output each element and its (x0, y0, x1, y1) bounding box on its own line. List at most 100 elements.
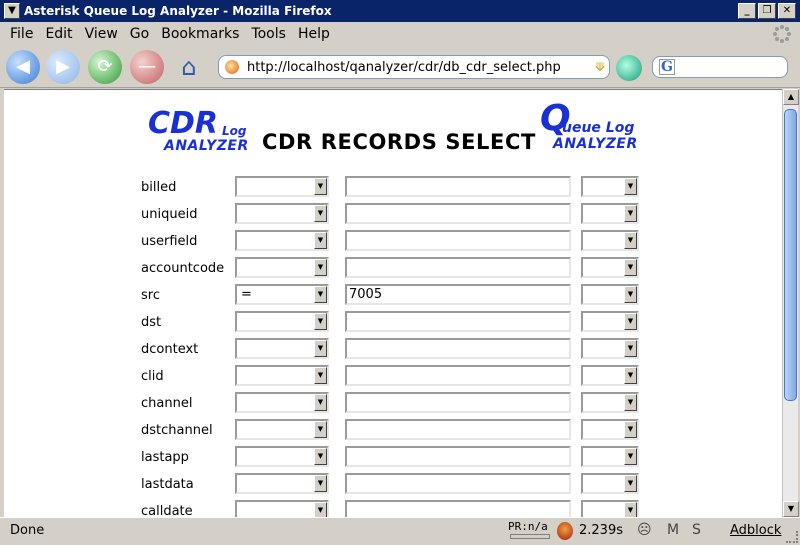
order-select[interactable]: ▼ (581, 230, 639, 251)
chevron-down-icon[interactable]: ▼ (314, 178, 327, 195)
reload-button[interactable]: ⟳ (88, 49, 122, 84)
value-input[interactable] (345, 338, 571, 359)
operator-select[interactable]: ▼ (235, 311, 329, 332)
menu-tools[interactable]: Tools (245, 26, 292, 42)
chevron-down-icon[interactable]: ▼ (314, 367, 327, 384)
dropdown-arrow-icon[interactable]: ⟱ (591, 60, 609, 74)
value-input[interactable] (345, 392, 571, 413)
chevron-down-icon[interactable]: ▼ (314, 394, 327, 411)
chevron-down-icon[interactable]: ▼ (624, 178, 637, 195)
chevron-down-icon[interactable]: ▼ (314, 259, 327, 276)
chevron-down-icon[interactable]: ▼ (624, 340, 637, 357)
go-button[interactable] (616, 55, 642, 81)
order-select[interactable]: ▼ (581, 284, 639, 305)
adblock-link[interactable]: Adblock (730, 523, 781, 538)
operator-select[interactable]: ▼ (235, 257, 329, 278)
mail-icon[interactable]: M (667, 522, 679, 538)
operator-select[interactable]: ▼ (235, 230, 329, 251)
operator-select[interactable]: ▼ (235, 473, 329, 494)
value-input[interactable] (345, 473, 571, 494)
operator-select[interactable]: ▼ (235, 176, 329, 197)
order-select[interactable]: ▼ (581, 365, 639, 386)
chevron-down-icon[interactable]: ▼ (624, 259, 637, 276)
value-input[interactable] (345, 365, 571, 386)
face-icon[interactable]: ☹ (637, 522, 652, 538)
chevron-down-icon[interactable]: ▼ (624, 286, 637, 303)
back-button[interactable]: ◀ (6, 49, 40, 84)
chevron-down-icon[interactable]: ▼ (314, 340, 327, 357)
operator-select[interactable]: ▼ (235, 203, 329, 224)
value-input[interactable] (345, 311, 571, 332)
value-input[interactable] (345, 500, 571, 517)
chevron-down-icon[interactable]: ▼ (624, 367, 637, 384)
search-bar[interactable]: G (652, 56, 788, 78)
resize-grip-icon[interactable] (786, 531, 798, 543)
operator-select[interactable]: = ▼ (235, 284, 329, 305)
minimize-button[interactable]: _ (738, 3, 756, 19)
scroll-down-button[interactable]: ▼ (783, 501, 799, 517)
chevron-down-icon[interactable]: ▼ (314, 205, 327, 222)
chevron-down-icon[interactable]: ▼ (314, 421, 327, 438)
forward-button[interactable]: ▶ (46, 49, 80, 84)
close-button[interactable]: ✕ (778, 3, 796, 19)
menu-edit[interactable]: Edit (39, 26, 78, 42)
order-select[interactable]: ▼ (581, 419, 639, 440)
url-text[interactable]: http://localhost/qanalyzer/cdr/db_cdr_se… (247, 60, 591, 75)
chevron-down-icon[interactable]: ▼ (314, 448, 327, 465)
order-select[interactable]: ▼ (581, 392, 639, 413)
chevron-down-icon[interactable]: ▼ (624, 394, 637, 411)
order-select[interactable]: ▼ (581, 473, 639, 494)
chevron-down-icon[interactable]: ▼ (624, 313, 637, 330)
window-title: Asterisk Queue Log Analyzer - Mozilla Fi… (24, 4, 332, 18)
menu-help[interactable]: Help (292, 26, 336, 42)
value-input[interactable] (345, 203, 571, 224)
value-input[interactable] (345, 176, 571, 197)
order-select[interactable]: ▼ (581, 176, 639, 197)
page-title: CDR RECORDS SELECT (262, 130, 536, 154)
chevron-down-icon[interactable]: ▼ (314, 286, 327, 303)
chevron-down-icon[interactable]: ▼ (624, 448, 637, 465)
value-input[interactable] (345, 257, 571, 278)
chevron-down-icon[interactable]: ▼ (314, 502, 327, 517)
chevron-down-icon[interactable]: ▼ (624, 502, 637, 517)
s-icon[interactable]: S (692, 522, 701, 538)
menu-view[interactable]: View (79, 26, 124, 42)
chevron-down-icon[interactable]: ▼ (624, 475, 637, 492)
value-input[interactable]: 7005 (345, 284, 571, 305)
vertical-scrollbar[interactable]: ▲ ▼ (782, 89, 799, 517)
order-select[interactable]: ▼ (581, 500, 639, 517)
chevron-down-icon[interactable]: ▼ (314, 232, 327, 249)
field-label: uniqueid (141, 207, 198, 222)
chevron-down-icon[interactable]: ▼ (624, 421, 637, 438)
maximize-button[interactable]: ❐ (758, 3, 776, 19)
firebug-icon[interactable] (557, 522, 573, 540)
menu-bookmarks[interactable]: Bookmarks (155, 26, 245, 42)
url-bar[interactable]: http://localhost/qanalyzer/cdr/db_cdr_se… (218, 55, 610, 79)
operator-select[interactable]: ▼ (235, 392, 329, 413)
operator-select[interactable]: ▼ (235, 338, 329, 359)
value-input[interactable] (345, 230, 571, 251)
value-input[interactable] (345, 446, 571, 467)
home-button[interactable]: ⌂ (172, 50, 206, 84)
chevron-down-icon[interactable]: ▼ (624, 205, 637, 222)
operator-select[interactable]: ▼ (235, 365, 329, 386)
operator-select[interactable]: ▼ (235, 500, 329, 517)
order-select[interactable]: ▼ (581, 257, 639, 278)
chevron-down-icon[interactable]: ▼ (624, 232, 637, 249)
chevron-down-icon[interactable]: ▼ (4, 3, 20, 19)
stop-button[interactable]: — (130, 49, 164, 84)
operator-select[interactable]: ▼ (235, 446, 329, 467)
scroll-up-button[interactable]: ▲ (783, 89, 799, 105)
menu-file[interactable]: File (4, 26, 39, 42)
order-select[interactable]: ▼ (581, 446, 639, 467)
chevron-down-icon[interactable]: ▼ (314, 313, 327, 330)
scroll-thumb[interactable] (784, 109, 797, 401)
chevron-down-icon[interactable]: ▼ (314, 475, 327, 492)
menu-go[interactable]: Go (124, 26, 155, 42)
order-select[interactable]: ▼ (581, 338, 639, 359)
value-input[interactable] (345, 419, 571, 440)
google-icon[interactable]: G (659, 59, 675, 75)
order-select[interactable]: ▼ (581, 203, 639, 224)
operator-select[interactable]: ▼ (235, 419, 329, 440)
order-select[interactable]: ▼ (581, 311, 639, 332)
